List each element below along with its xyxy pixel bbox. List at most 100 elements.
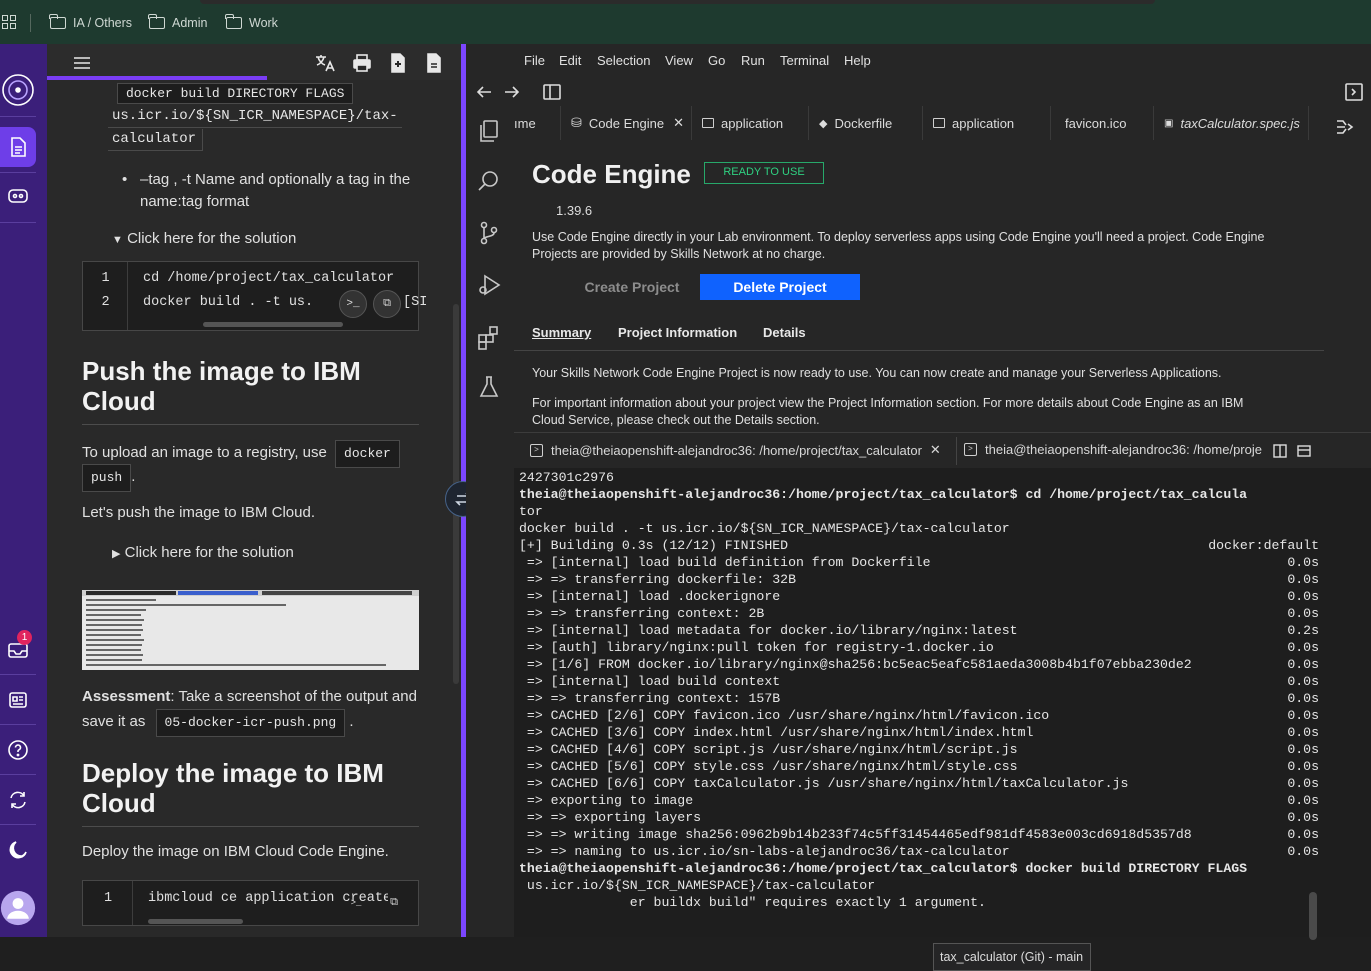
user-avatar[interactable] [0,886,36,930]
refresh-icon[interactable] [0,780,36,820]
add-document-icon[interactable] [387,52,409,74]
run-in-terminal-icon[interactable]: >_ [339,290,367,318]
bookmark-folder-work[interactable]: Work [225,14,278,32]
terminal-line: => [auth] library/nginx:pull token for r… [519,640,994,655]
run-debug-icon[interactable] [476,272,504,300]
tab-project-information[interactable]: Project Information [618,325,737,340]
terminal-line: => => transferring context: 157B [519,691,781,706]
inline-code: push [82,464,132,492]
terminal-line-timing: 0.0s [1287,793,1319,808]
terminal-scrollbar[interactable] [1309,892,1317,940]
assessment-label: Assessment [82,688,171,705]
help-icon[interactable] [0,730,36,770]
paragraph-text: : Take a screenshot of the output and [170,688,417,705]
code-scrollbar[interactable] [203,322,343,327]
tab-label: favicon.ico [1065,115,1127,131]
instructions-toolbar [47,44,461,80]
window-icon [933,118,945,128]
copy-icon[interactable]: ⧉ [383,893,405,915]
js-file-icon: ▣ [1164,117,1174,129]
bookmarks-separator [30,14,31,32]
menu-edit[interactable]: Edit [559,53,581,68]
back-arrow-icon[interactable] [474,82,494,102]
paragraph-text: . [131,468,136,485]
terminal-panel: > theia@theiaopenshift-alejandroc36: /hom… [514,432,1371,940]
maximize-panel-icon[interactable] [1296,443,1312,459]
news-icon[interactable] [0,680,36,720]
terminal-line-timing: 0.0s [1287,606,1319,621]
paragraph-lets-push: Let's push the image to IBM Cloud. [82,504,315,521]
close-icon[interactable]: ✕ [930,442,941,458]
instructions-panel: docker build DIRECTORY FLAGS us.icr.io/$… [47,44,461,937]
paragraph-deploy: Deploy the image on IBM Cloud Code Engin… [82,843,389,860]
solution-toggle-1[interactable]: ▼ Click here for the solution [112,228,296,251]
toggle-label: Click here for the solution [127,230,297,247]
toggle-sidebar-icon[interactable] [542,82,562,102]
tab-code-engine[interactable]: ⛁ Code Engine ✕ [561,106,692,140]
line-number: 1 [101,271,110,286]
terminal-line: => [internal] load .dockerignore [519,589,781,604]
delete-project-button[interactable]: Delete Project [700,274,860,300]
forward-arrow-icon[interactable] [502,82,522,102]
toggle-right-panel-icon[interactable] [1344,82,1364,102]
instructions-icon[interactable] [0,127,36,167]
extensions-icon[interactable] [476,324,504,352]
terminal-line-timing: 0.0s [1287,555,1319,570]
terminal-icon: > [530,443,543,457]
terminal-output[interactable]: 2427301c2976 theia@theiaopenshift-alejand… [519,469,1319,909]
tab-favicon[interactable]: favicon.ico [1051,106,1154,140]
solution-toggle-2[interactable]: ▶ Click here for the solution [112,542,294,565]
terminal-line: => => transferring context: 2B [519,606,765,621]
tab-label: application [952,115,1015,131]
tab-readme[interactable]: ıme [504,106,561,140]
terminal-line: theia@theiaopenshift-alejandroc36:/home/… [519,861,1248,876]
explorer-icon[interactable] [476,118,504,146]
caret-right-icon: ▶ [112,548,121,560]
menu-run[interactable]: Run [741,53,765,68]
menu-selection[interactable]: Selection [597,53,650,68]
menu-terminal[interactable]: Terminal [780,53,829,68]
inline-code: docker build DIRECTORY FLAGS [117,83,354,104]
tab-taxcalculator-spec[interactable]: ▣ taxCalculator.spec.js [1154,106,1309,140]
terminal-line: => CACHED [3/6] COPY index.html /usr/sha… [519,725,1034,740]
create-project-button[interactable]: Create Project [562,274,702,300]
bookmark-folder-admin[interactable]: Admin [148,14,207,32]
search-icon[interactable] [476,168,504,196]
bookmark-folder-ia-others[interactable]: IA / Others [49,14,132,32]
status-badge: READY TO USE [704,162,824,184]
testing-flask-icon[interactable] [476,374,504,402]
run-in-terminal-icon[interactable]: >_ [345,893,367,915]
tab-summary[interactable]: Summary [532,325,591,340]
notifications-icon[interactable]: 1 [0,630,36,670]
code-namespace-uri-cont: calculator [108,129,204,151]
terminal-line: => CACHED [2/6] COPY favicon.ico /usr/sh… [519,708,1050,723]
dark-mode-moon-icon[interactable] [0,830,36,870]
terminal-line: theia@theiaopenshift-alejandroc36:/home/… [519,487,1248,502]
terminal-tab-1[interactable]: > theia@theiaopenshift-alejandroc36: /hom… [530,442,941,458]
assessment-paragraph: Assessment: Take a screenshot of the out… [82,686,422,737]
logo-icon[interactable] [0,70,36,110]
ai-assistant-icon[interactable] [0,176,36,216]
tab-application-1[interactable]: application [692,106,809,140]
print-icon[interactable] [351,52,373,74]
tab-application-2[interactable]: application [923,106,1051,140]
code-scrollbar[interactable] [148,919,243,924]
tab-dockerfile[interactable]: ◆ Dockerfile [809,106,923,140]
folder-icon [225,14,242,29]
menu-hamburger-icon[interactable] [71,52,93,74]
document-icon[interactable] [423,52,445,74]
source-control-icon[interactable] [476,220,504,248]
tab-details[interactable]: Details [763,325,806,340]
close-icon[interactable]: ✕ [673,115,684,131]
translate-icon[interactable] [314,52,336,74]
summary-text: For important information about your pro… [532,396,1244,410]
menu-go[interactable]: Go [708,53,725,68]
more-tabs-icon[interactable] [1333,116,1355,138]
split-terminal-icon[interactable] [1272,443,1288,459]
menu-file[interactable]: File [524,53,545,68]
terminal-tab-2[interactable]: > theia@theiaopenshift-alejandroc36: /hom… [964,442,1264,457]
menu-help[interactable]: Help [844,53,871,68]
menu-view[interactable]: View [665,53,693,68]
apps-grid-icon[interactable] [2,15,16,29]
copy-icon[interactable]: ⧉ [373,290,401,318]
